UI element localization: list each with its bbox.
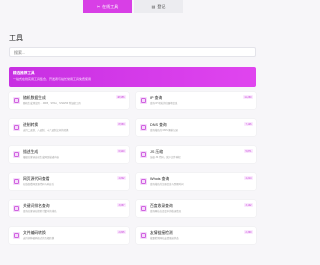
usage-count-badge: 3,102: [244, 203, 253, 207]
random-icon: [13, 97, 20, 104]
usage-count-badge: 6,940: [117, 149, 126, 153]
usage-count-badge: 4,214: [244, 176, 253, 180]
code-icon: [13, 124, 20, 131]
usage-count-badge: 4,802: [117, 176, 126, 180]
tool-card-desc: 根据关键词自动生成网页描述内容: [23, 156, 59, 159]
featured-banner[interactable]: 精选推荐工具 一站式在线实用工具集合，开发者与站长常用工具免费使用: [9, 67, 256, 87]
tool-card-desc: 查询 IP 地址的归属地信息: [150, 102, 178, 105]
tab-online-tools-label: 在线工具: [102, 3, 119, 9]
tool-card[interactable]: IP 查询 查询 IP 地址的归属地信息 11,260: [136, 92, 256, 109]
tool-card[interactable]: 百度收录查询 查询网站在百度中的收录情况 3,102: [136, 200, 256, 217]
clipboard-icon: ▤: [151, 4, 156, 9]
tool-card[interactable]: Whois 查询 查询域名的注册信息与到期时间 4,214: [136, 173, 256, 190]
rank-icon: [13, 205, 20, 212]
tab-register[interactable]: ▤ 登记: [134, 0, 183, 13]
usage-count-badge: 5,871: [244, 149, 253, 153]
tab-online-tools[interactable]: ✂ 在线工具: [83, 0, 132, 13]
tab-register-label: 登记: [157, 3, 166, 9]
usage-count-badge: 8,563: [117, 122, 126, 126]
usage-count-badge: 7,126: [244, 122, 253, 126]
link-icon: [140, 232, 147, 239]
usage-count-badge: 3,667: [117, 203, 126, 207]
tool-card[interactable]: 网页源代码查看 在线查看网页源代码与响应头 4,802: [9, 173, 129, 190]
source-icon: [13, 178, 20, 185]
ip-icon: [140, 97, 147, 104]
tool-card-desc: 支持二进制、八进制、十六进制之间的转换: [23, 129, 69, 132]
tool-card-desc: 查询网站在百度中的收录情况: [150, 210, 182, 213]
search-input[interactable]: [9, 47, 256, 57]
usage-count-badge: 2,390: [244, 230, 253, 234]
usage-count-badge: 11,260: [242, 95, 253, 99]
whois-icon: [140, 178, 147, 185]
dns-icon: [140, 124, 147, 131]
tool-card[interactable]: 友情链接检测 批量检测网站友情链接状态 2,390: [136, 227, 256, 244]
tool-card-desc: 查询域名的 DNS 解析记录: [150, 129, 178, 132]
top-nav: ✂ 在线工具 ▤ 登记: [0, 0, 265, 13]
tool-card[interactable]: 关键词排名查询 查询关键词在搜索引擎中的排名 3,667: [9, 200, 129, 217]
encode-icon: [13, 232, 20, 239]
banner-title: 精选推荐工具: [13, 71, 35, 75]
page-title: 工具: [9, 35, 23, 42]
tool-card[interactable]: DNS 查询 查询域名的 DNS 解析记录 7,126: [136, 119, 256, 136]
tool-card-desc: 随机生成测试用 ... MD5、SHA1、SHA256 等加密工具: [23, 102, 81, 105]
tool-card[interactable]: 文件编码转换 支持多种编码格式的互相转换 2,845: [9, 227, 129, 244]
tool-card-desc: 压缩 JS 代码，减少文件体积: [150, 156, 181, 159]
tool-card-desc: 查询关键词在搜索引擎中的排名: [23, 210, 57, 213]
banner-text: 一站式在线实用工具集合，开发者与站长常用工具免费使用: [13, 77, 92, 81]
usage-count-badge: 2,845: [117, 230, 126, 234]
tool-card[interactable]: JS 压缩 压缩 JS 代码，减少文件体积 5,871: [136, 146, 256, 163]
tool-card-desc: 批量检测网站友情链接状态: [150, 237, 179, 240]
usage-count-badge: 48,956: [115, 95, 126, 99]
text-icon: [13, 151, 20, 158]
tool-card-desc: 支持多种编码格式的互相转换: [23, 237, 55, 240]
tool-card[interactable]: 进制转换 支持二进制、八进制、十六进制之间的转换 8,563: [9, 119, 129, 136]
js-icon: [140, 151, 147, 158]
tool-card[interactable]: 描述生成 根据关键词自动生成网页描述内容 6,940: [9, 146, 129, 163]
tool-card-desc: 查询域名的注册信息与到期时间: [150, 183, 184, 186]
index-icon: [140, 205, 147, 212]
tool-card[interactable]: 随机数据生成 随机生成测试用 ... MD5、SHA1、SHA256 等加密工具 4…: [9, 92, 129, 109]
tools-icon: ✂: [96, 4, 101, 9]
tool-card-desc: 在线查看网页源代码与响应头: [23, 183, 55, 186]
